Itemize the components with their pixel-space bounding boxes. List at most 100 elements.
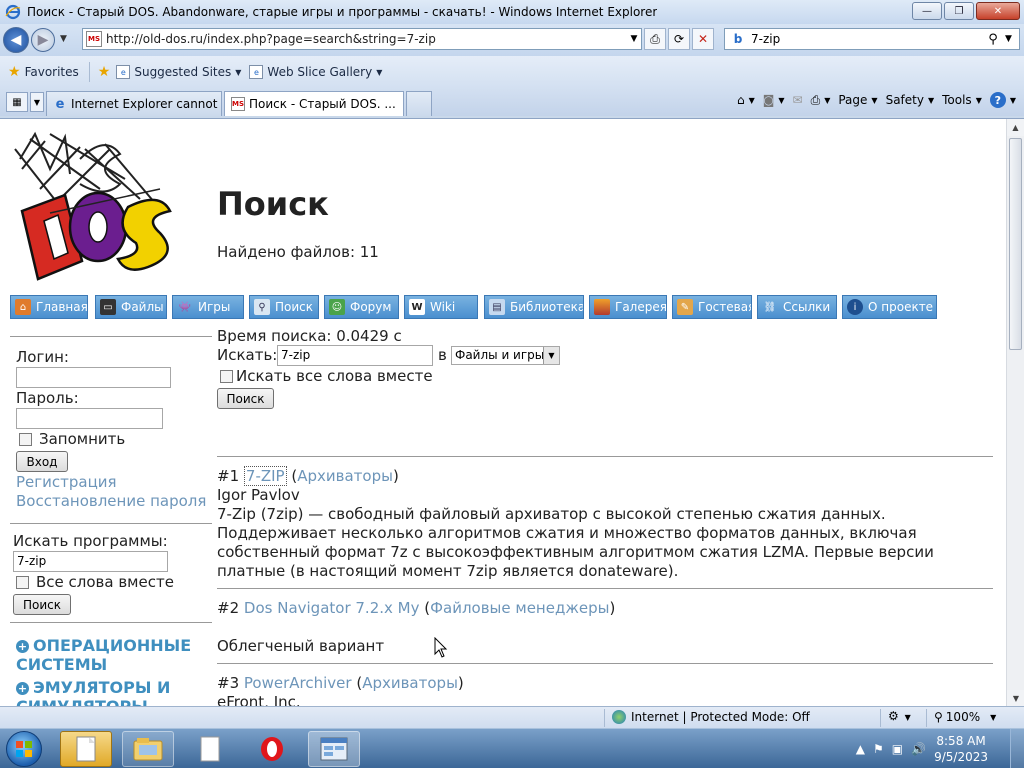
protected-mode-button[interactable]: ⚙ ▼ (888, 709, 911, 723)
taskbar-notepad[interactable] (60, 731, 112, 767)
search-scope-select[interactable]: Файлы и игры ▼ (451, 346, 560, 365)
main-search-input[interactable]: 7-zip (277, 345, 433, 366)
result-category-link[interactable]: Файловые менеджеры (430, 599, 609, 617)
menu-home[interactable]: ⌂ Главная (10, 295, 88, 319)
search-query[interactable]: 7-zip (751, 32, 981, 46)
menu-wiki[interactable]: W Wiki (404, 295, 478, 319)
ms-dos-logo[interactable] (10, 129, 176, 295)
show-desktop-button[interactable] (1010, 729, 1024, 768)
menu-forum[interactable]: ☺ Форум (324, 295, 399, 319)
start-button[interactable] (6, 731, 42, 767)
guestbook-icon: ✎ (677, 299, 693, 315)
add-to-favorites-bar-button[interactable]: ★ (98, 64, 115, 80)
info-icon: i (847, 299, 863, 315)
remember-checkbox[interactable] (19, 433, 32, 446)
suggested-sites-link[interactable]: e Suggested Sites ▼ (116, 65, 241, 79)
network-icon[interactable]: ▣ (892, 742, 903, 756)
result-title-link[interactable]: Dos Navigator 7.2.x My (244, 599, 420, 617)
new-tab-button[interactable] (406, 91, 432, 116)
category-emulators[interactable]: +ЭМУЛЯТОРЫ И СИМУЛЯТОРЫ (16, 678, 186, 706)
zoom-control[interactable]: ⚲ 100% ▼ (934, 710, 996, 724)
menu-files[interactable]: ▭ Файлы (95, 295, 167, 319)
menu-links[interactable]: ⛓ Ссылки (757, 295, 837, 319)
close-window-button[interactable]: ✕ (976, 2, 1020, 20)
result-number: #1 (217, 467, 240, 485)
search-icon[interactable]: ⚲ (981, 32, 1005, 47)
mail-icon: ✉ (792, 93, 803, 107)
maximize-button[interactable]: ❐ (944, 2, 974, 20)
tab-list-dropdown[interactable]: ▼ (30, 92, 44, 112)
feeds-button[interactable]: ◙ ▼ (763, 93, 785, 107)
chevron-down-icon: ▼ (1009, 95, 1016, 105)
read-mail-button[interactable]: ✉ (793, 93, 803, 107)
home-button[interactable]: ⌂ ▼ (737, 93, 755, 107)
forward-button[interactable]: ▶ (31, 28, 55, 52)
tools-menu[interactable]: Tools ▼ (942, 93, 982, 107)
help-menu[interactable]: ? ▼ (989, 92, 1016, 108)
menu-games[interactable]: 👾 Игры (172, 295, 244, 319)
main-search-button[interactable]: Поиск (217, 388, 274, 409)
chevron-down-icon: ▼ (824, 95, 831, 105)
result-title-link[interactable]: 7-ZIP (243, 466, 287, 486)
address-url[interactable]: http://old-dos.ru/index.php?page=search&… (106, 32, 627, 46)
category-operating-systems[interactable]: + ОПЕРАЦИОННЫЕ СИСТЕМЫ (16, 636, 196, 674)
result-title-link[interactable]: PowerArchiver (244, 674, 352, 692)
result-category-link[interactable]: Архиваторы (297, 467, 393, 485)
login-field[interactable] (16, 367, 171, 388)
security-zone[interactable]: Internet | Protected Mode: Off (612, 710, 810, 724)
side-all-words-checkbox[interactable] (16, 576, 29, 589)
action-center-flag-icon[interactable]: ⚑ (873, 742, 884, 756)
scroll-down-icon[interactable]: ▼ (1007, 690, 1024, 706)
search-options-dropdown-icon[interactable]: ▼ (1005, 34, 1019, 44)
volume-icon[interactable]: 🔊 (911, 742, 926, 756)
side-search-input[interactable]: 7-zip (13, 551, 168, 572)
register-link[interactable]: Регистрация (16, 473, 117, 491)
quick-tabs-button[interactable]: ▦ (6, 92, 28, 112)
web-slice-gallery-link[interactable]: e Web Slice Gallery ▼ (249, 65, 382, 79)
login-label: Логин: (16, 348, 69, 366)
scroll-up-icon[interactable]: ▲ (1007, 119, 1024, 136)
result-description: Облегченый вариант (217, 637, 385, 655)
favorites-button[interactable]: ★ Favorites (8, 64, 79, 80)
sidebar-divider (10, 523, 212, 524)
vertical-scrollbar[interactable]: ▲ ▼ (1006, 119, 1024, 706)
menu-search[interactable]: ⚲ Поиск (249, 295, 319, 319)
result-category-link[interactable]: Архиваторы (362, 674, 458, 692)
results-divider (217, 663, 993, 664)
tab-label: Internet Explorer cannot di... (71, 97, 221, 111)
recover-password-link[interactable]: Восстановление пароля (16, 492, 206, 510)
page-menu[interactable]: Page ▼ (838, 93, 877, 107)
favorites-bar: ★ Favorites ★ e Suggested Sites ▼ e Web … (0, 56, 1024, 88)
password-field[interactable] (16, 408, 163, 429)
taskbar-document[interactable] (184, 731, 236, 767)
menu-guestbook[interactable]: ✎ Гостевая (672, 295, 752, 319)
back-button[interactable]: ◀ (3, 27, 29, 53)
minimize-button[interactable]: — (912, 2, 942, 20)
favorites-separator (88, 62, 90, 82)
taskbar-internet-explorer[interactable] (308, 731, 360, 767)
menu-gallery[interactable]: Галерея (589, 295, 667, 319)
login-button[interactable]: Вход (16, 451, 68, 472)
print-button[interactable]: ⎙ ▼ (811, 93, 831, 108)
address-bar[interactable]: MS http://old-dos.ru/index.php?page=sear… (82, 28, 642, 50)
results-divider (217, 588, 993, 589)
tab-search-active[interactable]: MS Поиск - Старый DOS. ... ✕ (224, 91, 404, 116)
compatibility-view-button[interactable]: ⎙ (644, 28, 666, 50)
search-box[interactable]: b 7-zip ⚲ ▼ (724, 28, 1020, 50)
address-dropdown-icon[interactable]: ▼ (627, 34, 641, 44)
all-words-checkbox[interactable] (220, 370, 233, 383)
taskbar-explorer[interactable] (122, 731, 174, 767)
refresh-button[interactable]: ⟳ (668, 28, 690, 50)
tab-ie-error[interactable]: e Internet Explorer cannot di... (46, 91, 222, 116)
clock[interactable]: 8:58 AM 9/5/2023 (934, 733, 988, 765)
stop-button[interactable]: ✕ (692, 28, 714, 50)
show-hidden-icons-icon[interactable]: ▲ (856, 742, 865, 756)
menu-about[interactable]: i О проекте (842, 295, 937, 319)
taskbar-opera[interactable] (246, 731, 298, 767)
menu-library[interactable]: ▤ Библиотека (484, 295, 584, 319)
safety-menu[interactable]: Safety ▼ (886, 93, 935, 107)
recent-pages-dropdown[interactable]: ▼ (60, 34, 67, 44)
side-search-button[interactable]: Поиск (13, 594, 71, 615)
scrollbar-thumb[interactable] (1009, 138, 1022, 350)
protected-mode-icon: ⚙ (888, 709, 899, 723)
